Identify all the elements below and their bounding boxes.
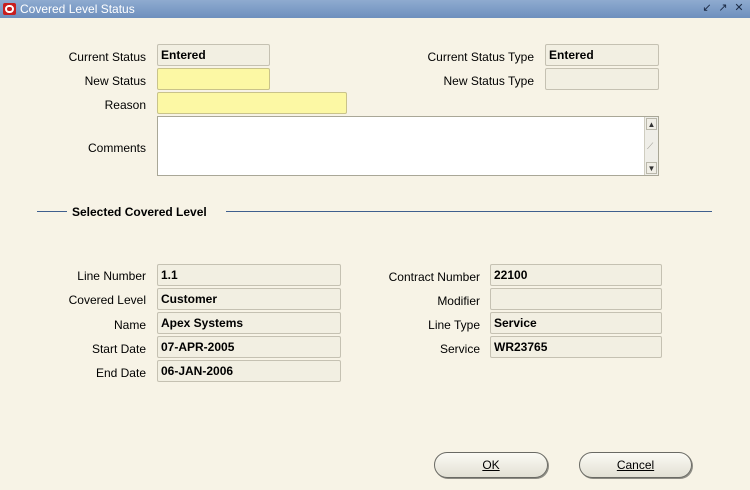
line-number-label: Line Number (77, 269, 146, 283)
current-status-label: Current Status (68, 50, 146, 64)
covered-level-label: Covered Level (68, 293, 146, 307)
end-date-label: End Date (95, 366, 146, 380)
service-field: WR23765 (490, 336, 662, 358)
end-date-field: 06-JAN-2006 (157, 360, 341, 382)
new-status-type-label: New Status Type (443, 74, 535, 88)
reason-field[interactable] (157, 92, 347, 114)
close-icon[interactable]: ✕ (732, 1, 746, 16)
comments-textarea[interactable]: ▲ ⟋ ▼ (157, 116, 659, 176)
contract-number-label: Contract Number (388, 270, 480, 284)
start-date-field: 07-APR-2005 (157, 336, 341, 358)
minimize-icon[interactable]: ↙ (700, 1, 714, 16)
service-label: Service (439, 342, 480, 356)
section-title: Selected Covered Level (70, 205, 209, 219)
current-status-type-label: Current Status Type (427, 50, 535, 64)
scroll-up-icon[interactable]: ▲ (646, 118, 657, 130)
cancel-button-label: Cancel (616, 458, 655, 472)
contract-number-field: 22100 (490, 264, 662, 286)
oracle-logo-icon (3, 3, 16, 15)
start-date-label: Start Date (91, 342, 146, 356)
modifier-label: Modifier (437, 294, 480, 308)
line-number-field: 1.1 (157, 264, 341, 286)
new-status-type-field (545, 68, 659, 90)
current-status-type-field: Entered (545, 44, 659, 66)
new-status-label: New Status (84, 74, 146, 88)
reason-label: Reason (104, 98, 146, 112)
comments-label: Comments (87, 141, 146, 155)
name-label: Name (113, 318, 146, 332)
ok-button-label: OK (482, 458, 500, 472)
resize-grip-icon: ⟋ (647, 141, 654, 151)
current-status-field: Entered (157, 44, 270, 66)
comments-scrollbar[interactable]: ▲ ⟋ ▼ (644, 117, 658, 175)
name-field: Apex Systems (157, 312, 341, 334)
line-type-label: Line Type (428, 318, 480, 332)
new-status-field[interactable] (157, 68, 270, 90)
cancel-button[interactable]: Cancel (579, 452, 692, 478)
modifier-field (490, 288, 662, 310)
line-type-field: Service (490, 312, 662, 334)
scroll-down-icon[interactable]: ▼ (646, 162, 657, 174)
section-divider-left (37, 211, 67, 212)
section-divider-right (226, 211, 712, 212)
window-title: Covered Level Status (20, 2, 135, 16)
ok-button[interactable]: OK (434, 452, 548, 478)
window-titlebar: Covered Level Status ↙ ↗ ✕ (0, 0, 750, 18)
covered-level-field: Customer (157, 288, 341, 310)
comments-text (158, 117, 658, 123)
maximize-icon[interactable]: ↗ (716, 1, 730, 16)
